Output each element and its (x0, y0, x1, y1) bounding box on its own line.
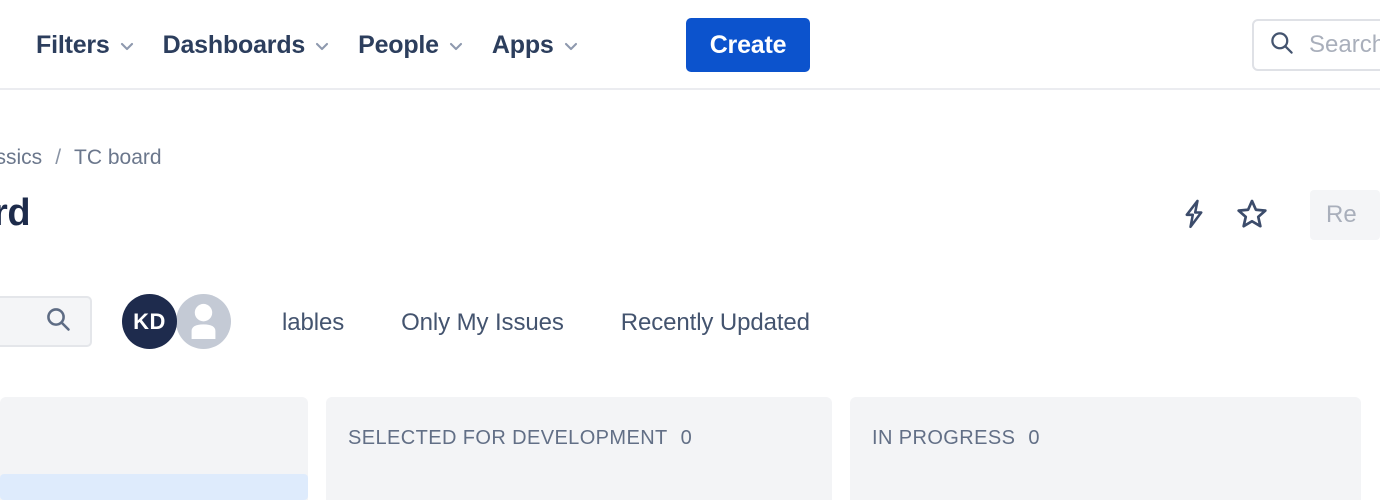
chevron-down-icon (448, 38, 464, 54)
nav-menu-group: Filters Dashboards People Apps (22, 0, 593, 90)
lightning-bolt-icon (1178, 198, 1210, 233)
insights-button[interactable] (1172, 193, 1216, 237)
page-title: board (0, 192, 30, 235)
card-drop-placeholder[interactable] (0, 474, 308, 500)
chevron-down-icon (563, 38, 579, 54)
global-search-box[interactable] (1252, 19, 1380, 71)
column-header: IN PROGRESS 0 (850, 397, 1361, 450)
column-count: 0 (681, 427, 693, 450)
avatar-group: KD (122, 294, 231, 349)
breadcrumb: Classics / TC board (0, 146, 162, 170)
column-title: IN PROGRESS (872, 427, 1015, 450)
avatar-initials: KD (133, 309, 166, 335)
nav-item-label: Dashboards (163, 33, 305, 58)
top-navigation-bar: Filters Dashboards People Apps (0, 0, 1380, 90)
board-search-box[interactable] (0, 296, 92, 347)
board-column-in-progress[interactable]: IN PROGRESS 0 (850, 397, 1361, 500)
chevron-down-icon (119, 38, 135, 54)
nav-item-apps[interactable]: Apps (478, 25, 593, 66)
jira-board-page: Filters Dashboards People Apps (0, 0, 1380, 500)
nav-item-dashboards[interactable]: Dashboards (149, 25, 344, 66)
filter-link-lables[interactable]: lables (282, 309, 344, 337)
star-icon (1235, 197, 1269, 234)
nav-item-label: People (358, 33, 439, 58)
column-count: 0 (1028, 427, 1040, 450)
filter-link-only-my-issues[interactable]: Only My Issues (401, 309, 564, 337)
nav-item-filters[interactable]: Filters (22, 25, 149, 66)
column-title: SELECTED FOR DEVELOPMENT (348, 427, 668, 450)
breadcrumb-item-tc-board[interactable]: TC board (74, 146, 162, 170)
nav-item-label: Apps (492, 33, 554, 58)
release-button[interactable]: Re (1310, 190, 1380, 240)
board-column-first[interactable] (0, 397, 308, 500)
avatar-unassigned[interactable] (176, 294, 231, 349)
board-filter-links: lables Only My Issues Recently Updated (282, 296, 810, 350)
create-button[interactable]: Create (686, 18, 810, 72)
breadcrumb-item-classics[interactable]: Classics (0, 146, 42, 170)
global-search-input[interactable] (1309, 31, 1380, 59)
board-header-actions: Re (1172, 190, 1380, 240)
person-icon (176, 292, 231, 352)
star-favorite-button[interactable] (1230, 193, 1274, 237)
search-icon (1268, 29, 1295, 61)
filter-link-recently-updated[interactable]: Recently Updated (621, 309, 810, 337)
column-header: SELECTED FOR DEVELOPMENT 0 (326, 397, 832, 450)
avatar-kd[interactable]: KD (122, 294, 177, 349)
search-icon (44, 305, 72, 338)
breadcrumb-separator: / (55, 146, 61, 170)
chevron-down-icon (314, 38, 330, 54)
nav-item-label: Filters (36, 33, 110, 58)
board-columns: SELECTED FOR DEVELOPMENT 0 IN PROGRESS 0 (0, 397, 1380, 500)
column-header (0, 397, 308, 427)
nav-item-people[interactable]: People (344, 25, 478, 66)
board-column-selected-for-development[interactable]: SELECTED FOR DEVELOPMENT 0 (326, 397, 832, 500)
